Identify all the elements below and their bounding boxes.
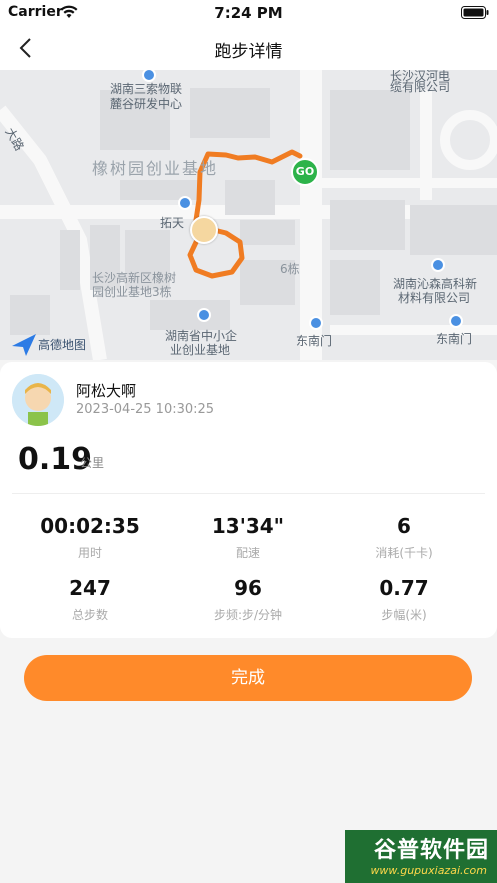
run-summary-card: 阿松大啊 2023-04-25 10:30:25 0.19 公里 00:02:3… (0, 362, 497, 638)
map-pin-icon (309, 316, 323, 330)
map-pin-icon (178, 196, 192, 210)
stat-label: 配速 (235, 546, 260, 560)
map-label: 橡树园创业基地 (92, 159, 219, 178)
stat-value: 0.77 (379, 576, 429, 600)
map-label: 长沙高新区橡树 (92, 271, 177, 285)
map-label: 拓天 (160, 216, 185, 230)
map-label: 园创业基地3栋 (92, 285, 172, 299)
amap-logo-icon (12, 334, 36, 356)
stat-calories: 6 消耗(千卡) (324, 514, 484, 561)
stat-value: 13'34" (211, 514, 285, 538)
map-pin-icon (449, 314, 463, 328)
route-map[interactable]: 湖南三索物联 麓谷研发中心 长沙汉河电 缆有限公司 橡树园创业基地 拓天 长沙高… (0, 70, 497, 360)
status-bar: Carrier 7:24 PM (0, 0, 497, 26)
nav-bar: 跑步详情 (0, 26, 497, 70)
status-time: 7:24 PM (214, 4, 283, 22)
stat-label: 用时 (77, 546, 102, 560)
stat-value: 00:02:35 (40, 514, 140, 538)
watermark-url: www.gupuxiazai.com (370, 864, 487, 877)
map-label: 材料有限公司 (398, 291, 471, 305)
map-pin-icon (197, 308, 211, 322)
stat-steps: 247 总步数 (10, 576, 170, 623)
watermark-title: 谷普软件园 (373, 838, 489, 863)
stat-label: 步幅(米) (381, 608, 427, 622)
user-name: 阿松大啊 (76, 382, 137, 400)
start-marker: GO (291, 158, 319, 186)
map-logo-text: 高德地图 (38, 338, 87, 352)
map-label: 缆有限公司 (390, 80, 451, 94)
map-label: 东南门 (436, 332, 473, 346)
map-label: 业创业基地 (170, 343, 231, 357)
current-position-avatar (190, 216, 218, 244)
stat-value: 96 (234, 576, 262, 600)
distance-unit: 公里 (80, 456, 105, 470)
stat-duration: 00:02:35 用时 (10, 514, 170, 561)
stat-stride: 0.77 步幅(米) (324, 576, 484, 623)
map-pin-icon (431, 258, 445, 272)
map-label: 湖南三索物联 (110, 82, 183, 96)
divider (12, 493, 485, 494)
stat-label: 步频:步/分钟 (213, 608, 283, 622)
stat-cadence: 96 步频:步/分钟 (168, 576, 328, 623)
stat-label: 总步数 (71, 608, 108, 622)
avatar (12, 374, 64, 426)
done-button[interactable]: 完成 (24, 655, 472, 701)
map-background (0, 70, 497, 360)
stat-label: 消耗(千卡) (375, 546, 433, 560)
page-title: 跑步详情 (214, 42, 283, 62)
map-label: 湖南省中小企 (165, 329, 238, 343)
map-label: 东南门 (296, 334, 333, 348)
stat-pace: 13'34" 配速 (168, 514, 328, 561)
stat-value: 247 (69, 576, 111, 600)
battery-icon (461, 6, 489, 19)
stat-value: 6 (397, 514, 411, 538)
map-label: 麓谷研发中心 (110, 97, 183, 111)
map-label: 6栋 (280, 262, 300, 276)
map-label: 湖南沁森高科新 (393, 277, 478, 291)
run-timestamp: 2023-04-25 10:30:25 (76, 402, 215, 417)
